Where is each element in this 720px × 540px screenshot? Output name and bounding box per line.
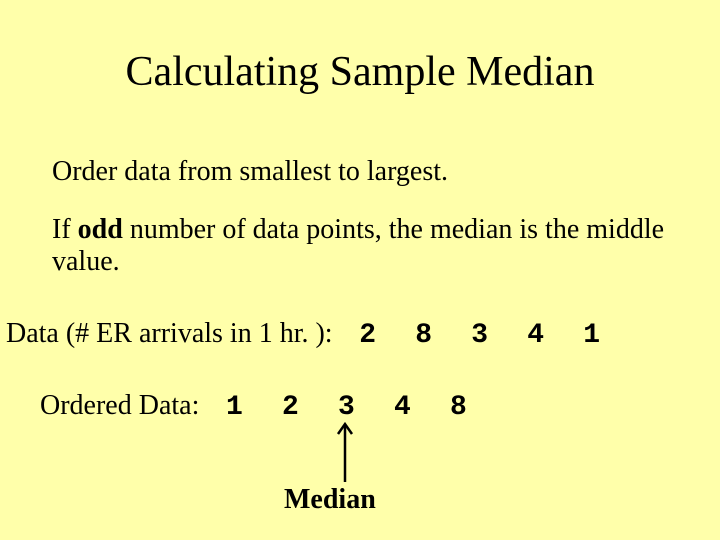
data-value: 3: [452, 320, 508, 351]
data-row: Data (# ER arrivals in 1 hr. ): 28341: [6, 318, 714, 351]
ordered-value: 2: [262, 392, 318, 423]
text-post: number of data points, the median is the…: [52, 214, 664, 277]
ordered-value: 3: [318, 392, 374, 423]
data-values: 28341: [340, 320, 620, 351]
text-bold-odd: odd: [78, 214, 123, 245]
ordered-value-median: 4: [374, 392, 430, 423]
data-label: Data (# ER arrivals in 1 hr. ):: [6, 318, 340, 349]
ordered-value: 8: [430, 392, 486, 423]
ordered-values: 12348: [206, 392, 486, 423]
ordered-label: Ordered Data:: [40, 390, 206, 421]
arrow-up-icon: [335, 420, 355, 484]
data-value: 8: [396, 320, 452, 351]
instruction-odd: If odd number of data points, the median…: [52, 214, 668, 278]
ordered-value: 1: [206, 392, 262, 423]
data-value: 1: [564, 320, 620, 351]
data-value: 2: [340, 320, 396, 351]
text-pre: If: [52, 214, 78, 245]
data-value: 4: [508, 320, 564, 351]
median-label: Median: [284, 484, 376, 516]
slide: Calculating Sample Median Order data fro…: [0, 0, 720, 540]
instruction-order: Order data from smallest to largest.: [52, 156, 448, 188]
ordered-row: Ordered Data: 12348: [40, 390, 486, 423]
slide-title: Calculating Sample Median: [0, 48, 720, 96]
